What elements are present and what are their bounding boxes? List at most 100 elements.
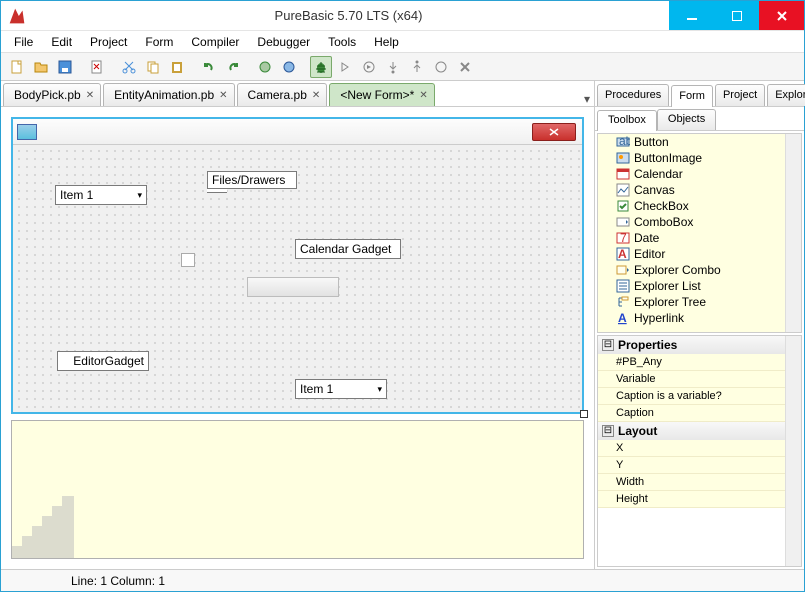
tab-project[interactable]: Project <box>715 84 765 106</box>
property-row[interactable]: #PB_Any <box>598 354 801 371</box>
titlebar: PureBasic 5.70 LTS (x64) <box>1 1 804 31</box>
toolbox-item[interactable]: 7Date <box>598 230 801 246</box>
tab-form[interactable]: Form <box>671 85 713 107</box>
gadget-text: EditorGadget <box>73 354 144 368</box>
menu-file[interactable]: File <box>6 33 41 51</box>
step-button[interactable] <box>334 56 356 78</box>
close-file-button[interactable] <box>86 56 108 78</box>
toolbox-label: ButtonImage <box>634 151 702 165</box>
tab-explorer[interactable]: Explorer <box>767 84 805 106</box>
combobox-gadget-2[interactable]: Item 1 <box>295 379 387 399</box>
tab-label: EntityAnimation.pb <box>114 88 214 102</box>
string-gadget[interactable]: Files/Drawers <box>207 171 297 189</box>
toolbox-label: CheckBox <box>634 199 689 213</box>
explorer-list-icon <box>616 279 630 293</box>
toolbox-list[interactable]: abButton ButtonImage Calendar Canvas Che… <box>597 133 802 333</box>
menu-project[interactable]: Project <box>82 33 135 51</box>
toolbox-label: Button <box>634 135 669 149</box>
stop-button[interactable] <box>454 56 476 78</box>
section-label: Properties <box>618 338 677 352</box>
editor-tab[interactable]: BodyPick.pb ✕ <box>3 83 101 106</box>
properties-scrollbar[interactable] <box>785 336 801 566</box>
step-into-button[interactable] <box>382 56 404 78</box>
paste-button[interactable] <box>166 56 188 78</box>
toolbox-item[interactable]: Explorer Tree <box>598 294 801 310</box>
tab-procedures[interactable]: Procedures <box>597 84 669 106</box>
menu-tools[interactable]: Tools <box>320 33 364 51</box>
editor-gadget[interactable]: EditorGadget <box>57 351 149 371</box>
close-icon[interactable]: ✕ <box>219 90 227 101</box>
menu-compiler[interactable]: Compiler <box>183 33 247 51</box>
property-row[interactable]: X <box>598 440 801 457</box>
toolbox-item[interactable]: Canvas <box>598 182 801 198</box>
maximize-button[interactable] <box>714 1 759 30</box>
tab-label: BodyPick.pb <box>14 88 81 102</box>
close-button[interactable] <box>759 1 804 30</box>
save-button[interactable] <box>54 56 76 78</box>
continue-button[interactable] <box>430 56 452 78</box>
compile-run-button[interactable] <box>278 56 300 78</box>
menu-form[interactable]: Form <box>137 33 181 51</box>
toolbox-item[interactable]: Calendar <box>598 166 801 182</box>
tabs-overflow-icon[interactable]: ▾ <box>584 92 590 106</box>
gadget-text: Item 1 <box>300 382 333 396</box>
checkbox-gadget[interactable] <box>181 253 195 267</box>
editor-tab[interactable]: <New Form>*✕ <box>329 83 434 106</box>
svg-text:A: A <box>618 247 627 261</box>
properties-header[interactable]: Properties <box>598 336 801 354</box>
form-design-surface[interactable]: Item 1 Files/Drawers Calendar Gadget Edi… <box>15 147 580 410</box>
toolbox-item[interactable]: ComboBox <box>598 214 801 230</box>
menu-help[interactable]: Help <box>366 33 407 51</box>
combobox-gadget[interactable]: Item 1 <box>55 185 147 205</box>
step-out-button[interactable] <box>406 56 428 78</box>
form-close-button[interactable] <box>532 123 576 141</box>
toolbox-item[interactable]: Explorer List <box>598 278 801 294</box>
copy-button[interactable] <box>142 56 164 78</box>
subtab-toolbox[interactable]: Toolbox <box>597 110 657 131</box>
close-icon[interactable]: ✕ <box>419 90 427 101</box>
editor-tab[interactable]: EntityAnimation.pb ✕ <box>103 83 234 106</box>
property-row[interactable]: Height <box>598 491 801 508</box>
menu-debugger[interactable]: Debugger <box>249 33 318 51</box>
gadget-text: Item 1 <box>60 188 93 202</box>
compile-button[interactable] <box>254 56 276 78</box>
menu-edit[interactable]: Edit <box>43 33 80 51</box>
close-icon[interactable]: ✕ <box>86 90 94 101</box>
subtab-objects[interactable]: Objects <box>657 109 716 130</box>
progressbar-gadget[interactable] <box>247 277 339 297</box>
right-tabs: Procedures Form Project Explorer <box>595 81 804 107</box>
new-button[interactable] <box>6 56 28 78</box>
properties-panel[interactable]: Properties #PB_Any Variable Caption is a… <box>597 335 802 567</box>
step-over-button[interactable] <box>358 56 380 78</box>
toolbox-label: Explorer List <box>634 279 701 293</box>
toolbox-scrollbar[interactable] <box>785 134 801 332</box>
calendar-gadget[interactable]: Calendar Gadget <box>295 239 401 259</box>
minimize-button[interactable] <box>669 1 714 30</box>
toolbox-item[interactable]: AHyperlink <box>598 310 801 326</box>
property-row[interactable]: Caption <box>598 405 801 422</box>
svg-text:7: 7 <box>620 231 627 245</box>
string-gadget-bottom[interactable] <box>207 189 227 193</box>
output-panel[interactable] <box>11 420 584 559</box>
menubar: File Edit Project Form Compiler Debugger… <box>1 31 804 53</box>
form-resize-handle[interactable] <box>580 410 588 418</box>
debug-button[interactable] <box>310 56 332 78</box>
property-row[interactable]: Width <box>598 474 801 491</box>
redo-button[interactable] <box>222 56 244 78</box>
toolbox-item[interactable]: CheckBox <box>598 198 801 214</box>
editor-tab[interactable]: Camera.pb✕ <box>237 83 328 106</box>
toolbox-label: Calendar <box>634 167 683 181</box>
open-button[interactable] <box>30 56 52 78</box>
property-row[interactable]: Variable <box>598 371 801 388</box>
property-row[interactable]: Y <box>598 457 801 474</box>
toolbox-item[interactable]: Explorer Combo <box>598 262 801 278</box>
toolbox-item[interactable]: AEditor <box>598 246 801 262</box>
toolbox-item[interactable]: ButtonImage <box>598 150 801 166</box>
form-designer[interactable]: Item 1 Files/Drawers Calendar Gadget Edi… <box>11 117 584 414</box>
undo-button[interactable] <box>198 56 220 78</box>
layout-header[interactable]: Layout <box>598 422 801 440</box>
cut-button[interactable] <box>118 56 140 78</box>
toolbox-item[interactable]: abButton <box>598 134 801 150</box>
close-icon[interactable]: ✕ <box>312 90 320 101</box>
property-row[interactable]: Caption is a variable? <box>598 388 801 405</box>
